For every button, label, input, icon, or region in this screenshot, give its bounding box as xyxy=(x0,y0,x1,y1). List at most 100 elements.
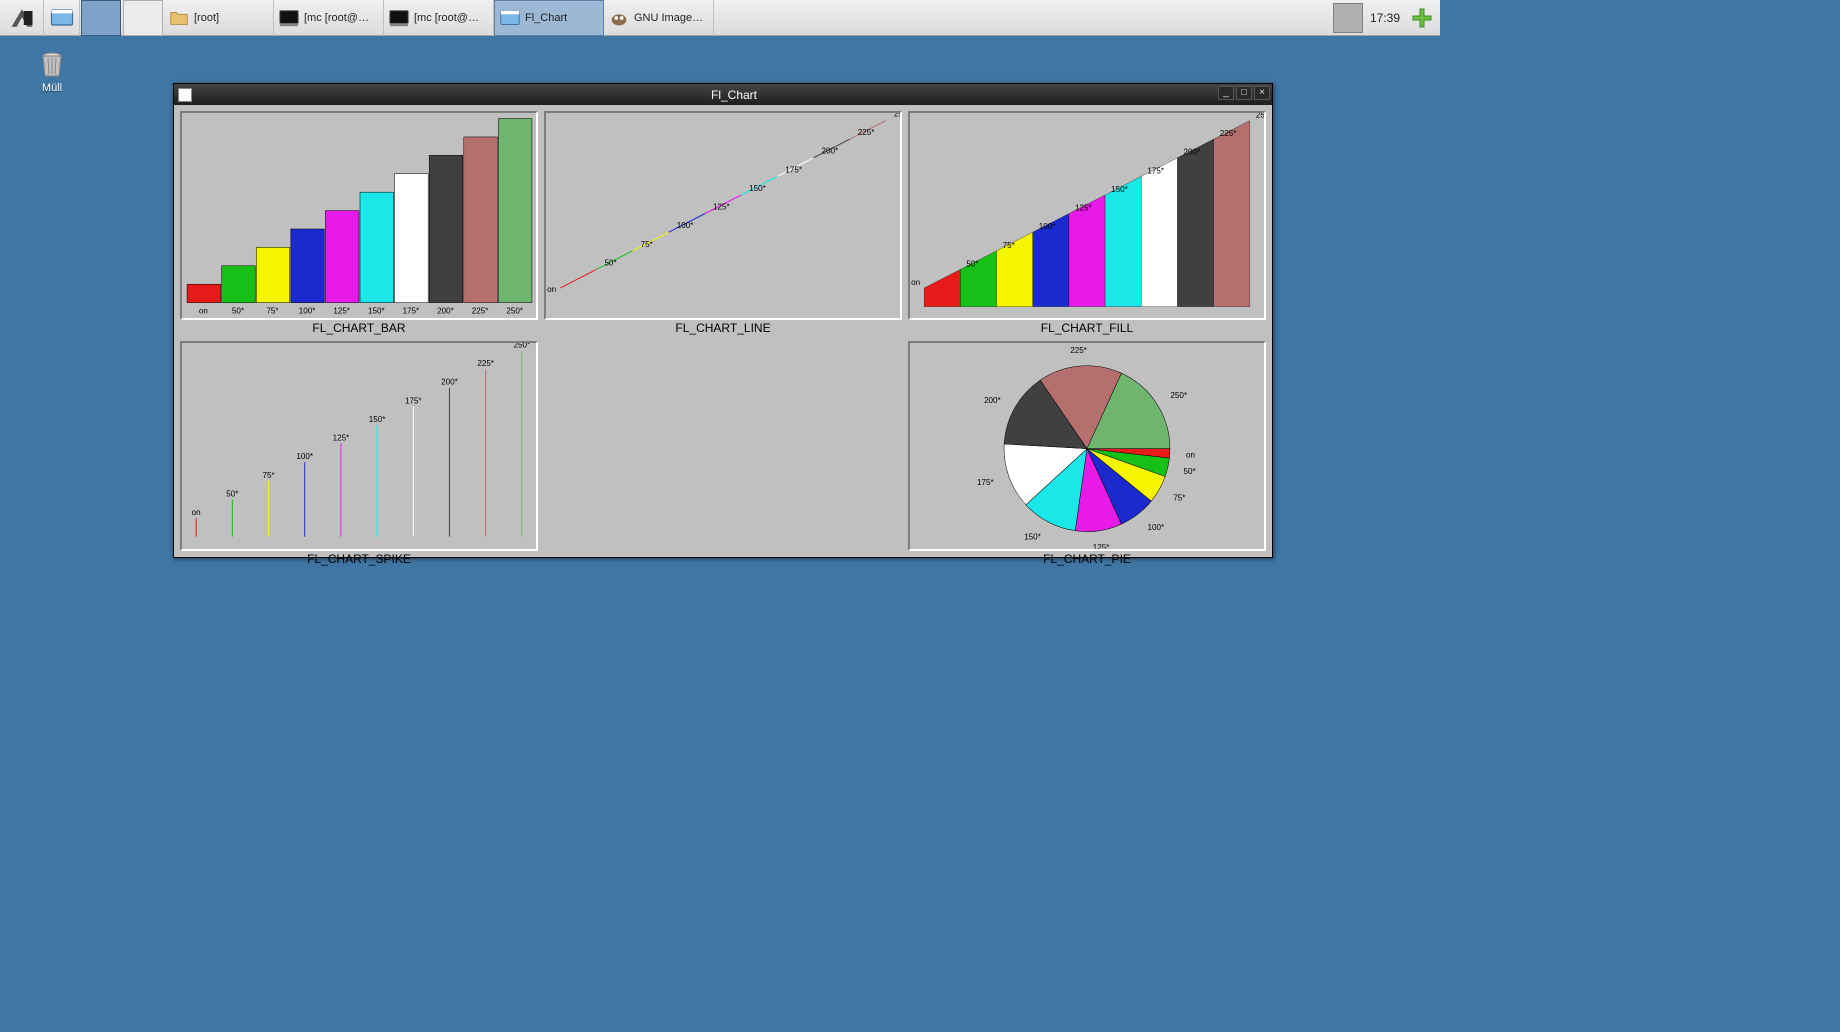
svg-text:175*: 175* xyxy=(403,307,420,316)
tray-placeholder-icon[interactable] xyxy=(1333,3,1363,33)
svg-text:250*: 250* xyxy=(1256,113,1264,120)
svg-text:50*: 50* xyxy=(966,259,979,268)
chart-line-cell: on 50* 75* 100* 125* 150* 175* 200* 225* 250* FL_… xyxy=(544,111,902,335)
svg-text:200*: 200* xyxy=(1184,148,1201,157)
maximize-button[interactable]: □ xyxy=(1236,86,1252,100)
chart-spike: on 50* 75* 100* 125* 150* 175* 200* 225* 250* xyxy=(180,341,538,550)
taskbar: [root] [mc [root@… [mc [root@… Fl_Chart … xyxy=(0,0,1440,36)
svg-text:200*: 200* xyxy=(441,378,458,387)
app-icon xyxy=(178,88,192,102)
svg-text:125*: 125* xyxy=(333,434,350,443)
svg-text:50*: 50* xyxy=(232,307,245,316)
terminal-icon xyxy=(278,7,300,29)
taskbar-item-label: [mc [root@… xyxy=(414,12,479,24)
close-button[interactable]: × xyxy=(1254,86,1270,100)
svg-text:75*: 75* xyxy=(1003,241,1016,250)
svg-text:250*: 250* xyxy=(894,113,900,119)
svg-text:on: on xyxy=(199,307,208,316)
svg-text:100*: 100* xyxy=(677,221,694,230)
chart-pie-cell: on50*75*100*125*150*175*200*225*250* FL_… xyxy=(908,341,1266,565)
taskbar-item-terminal-2[interactable]: [mc [root@… xyxy=(384,0,494,36)
taskbar-item-root[interactable]: [root] xyxy=(164,0,274,36)
svg-text:175*: 175* xyxy=(1147,166,1164,175)
svg-text:150*: 150* xyxy=(368,307,385,316)
svg-text:on: on xyxy=(547,285,556,294)
svg-text:on: on xyxy=(192,508,201,517)
chart-bar-cell: on 50* 75* 100* 125* 150* 175* 200* 225* 250* FL_… xyxy=(180,111,538,335)
taskbar-item-label: [mc [root@… xyxy=(304,12,369,24)
chart-spike-cell: on 50* 75* 100* 125* 150* 175* 200* 225* 250* FL_… xyxy=(180,341,538,565)
svg-text:100*: 100* xyxy=(296,452,313,461)
system-tray: 17:39 xyxy=(1330,0,1440,36)
svg-text:250*: 250* xyxy=(506,307,523,316)
svg-text:100*: 100* xyxy=(1039,222,1056,231)
taskbar-item-label: GNU Image… xyxy=(634,12,703,24)
svg-text:150*: 150* xyxy=(1111,185,1128,194)
chart-fill: on 50* 75* 100* 125* 150* 175* 200* 225* 250* xyxy=(908,111,1266,320)
trash-label: Müll xyxy=(42,82,62,94)
chart-pie: on50*75*100*125*150*175*200*225*250* xyxy=(908,341,1266,550)
taskbar-item-terminal-1[interactable]: [mc [root@… xyxy=(274,0,384,36)
svg-text:50*: 50* xyxy=(226,490,239,499)
workspace-2[interactable] xyxy=(123,0,163,36)
show-desktop-icon[interactable] xyxy=(44,0,80,36)
svg-text:125*: 125* xyxy=(333,307,350,316)
chart-bar: on 50* 75* 100* 125* 150* 175* 200* 225* 250* xyxy=(180,111,538,320)
svg-text:225*: 225* xyxy=(1070,346,1087,355)
start-menu-icon[interactable] xyxy=(0,0,44,36)
svg-text:225*: 225* xyxy=(477,359,494,368)
chart-line: on 50* 75* 100* 125* 150* 175* 200* 225* 250* xyxy=(544,111,902,320)
svg-text:50*: 50* xyxy=(1184,467,1197,476)
svg-text:150*: 150* xyxy=(1024,533,1041,542)
chart-fill-label: FL_CHART_FILL xyxy=(908,321,1266,335)
svg-text:175*: 175* xyxy=(405,397,422,406)
svg-text:150*: 150* xyxy=(369,415,386,424)
chart-pie-label: FL_CHART_PIE xyxy=(908,552,1266,566)
workspace-pager[interactable] xyxy=(80,0,164,36)
taskbar-item-gimp[interactable]: GNU Image… xyxy=(604,0,714,36)
svg-text:75*: 75* xyxy=(641,240,654,249)
svg-text:175*: 175* xyxy=(977,478,994,487)
svg-text:on: on xyxy=(911,278,920,287)
app-window-icon xyxy=(499,7,521,29)
svg-text:125*: 125* xyxy=(1093,543,1110,548)
svg-text:50*: 50* xyxy=(604,258,617,267)
workspace-1[interactable] xyxy=(81,0,121,36)
terminal-icon xyxy=(388,7,410,29)
taskbar-item-flchart[interactable]: Fl_Chart xyxy=(494,0,604,36)
svg-text:150*: 150* xyxy=(749,184,766,193)
window-title: Fl_Chart xyxy=(196,88,1272,102)
gimp-icon xyxy=(608,7,630,29)
taskbar-item-label: [root] xyxy=(194,12,219,24)
flchart-window: Fl_Chart _ □ × on 50* 75* 100* 125* 150* 175* 2… xyxy=(173,83,1273,558)
chart-fill-cell: on 50* 75* 100* 125* 150* 175* 200* 225* 250* FL_… xyxy=(908,111,1266,335)
minimize-button[interactable]: _ xyxy=(1218,86,1234,100)
add-icon[interactable] xyxy=(1410,6,1434,30)
svg-text:225*: 225* xyxy=(1220,129,1237,138)
svg-text:200*: 200* xyxy=(984,396,1001,405)
chart-spike-label: FL_CHART_SPIKE xyxy=(180,552,538,566)
chart-empty-cell xyxy=(544,341,902,565)
window-body: on 50* 75* 100* 125* 150* 175* 200* 225* 250* FL_… xyxy=(174,105,1272,557)
svg-text:250*: 250* xyxy=(1170,391,1187,400)
svg-text:100*: 100* xyxy=(299,307,316,316)
svg-text:200*: 200* xyxy=(437,307,454,316)
svg-text:250*: 250* xyxy=(514,343,531,350)
svg-text:125*: 125* xyxy=(1075,204,1092,213)
svg-text:225*: 225* xyxy=(858,128,875,137)
chart-line-label: FL_CHART_LINE xyxy=(544,321,902,335)
svg-text:175*: 175* xyxy=(785,165,802,174)
taskbar-item-label: Fl_Chart xyxy=(525,12,567,24)
folder-icon xyxy=(168,7,190,29)
svg-text:75*: 75* xyxy=(262,471,275,480)
svg-text:on: on xyxy=(1186,451,1195,460)
titlebar[interactable]: Fl_Chart _ □ × xyxy=(174,84,1272,105)
svg-text:75*: 75* xyxy=(266,307,279,316)
clock[interactable]: 17:39 xyxy=(1366,11,1404,25)
svg-text:100*: 100* xyxy=(1148,523,1165,532)
trash-icon[interactable]: Müll xyxy=(28,48,76,94)
svg-text:225*: 225* xyxy=(472,307,489,316)
svg-text:200*: 200* xyxy=(822,147,839,156)
svg-text:125*: 125* xyxy=(713,203,730,212)
chart-bar-label: FL_CHART_BAR xyxy=(180,321,538,335)
